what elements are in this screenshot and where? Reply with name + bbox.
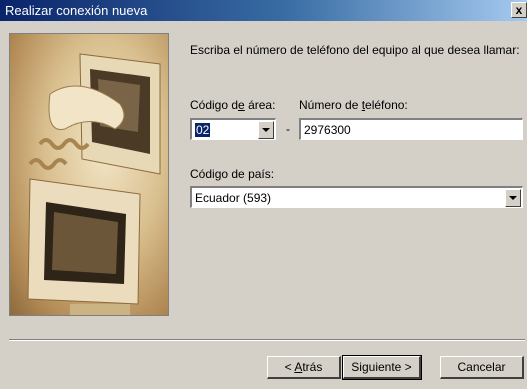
back-button-post: trás	[302, 360, 323, 374]
phone-number-input[interactable]: 2976300	[299, 118, 523, 140]
computer-and-phone-illustration	[27, 53, 161, 315]
close-icon[interactable]: x	[511, 2, 527, 18]
phone-label-post: eléfono:	[365, 98, 408, 112]
phone-number-value: 2976300	[304, 123, 351, 137]
dash-separator: -	[286, 122, 290, 136]
area-code-label: Código de área:	[190, 98, 275, 112]
country-value: Ecuador (593)	[195, 191, 272, 205]
title-bar: Realizar conexión nueva x	[0, 0, 527, 21]
country-select[interactable]: Ecuador (593)	[190, 186, 523, 208]
intro-text: Escriba el número de teléfono del equipo…	[190, 43, 520, 57]
phone-label-pre: Número de	[299, 98, 362, 112]
chevron-down-icon	[509, 196, 517, 200]
next-button[interactable]: Siguiente >	[342, 355, 422, 380]
wizard-illustration	[9, 33, 169, 316]
country-dropdown-button[interactable]	[505, 189, 521, 207]
cancel-button[interactable]: Cancelar	[440, 356, 524, 379]
chevron-down-icon	[262, 128, 270, 132]
area-code-selected-text: 02	[195, 123, 211, 137]
country-label-post: o de país:	[221, 167, 275, 181]
country-label-pre: Códi	[190, 167, 215, 181]
country-label: Código de país:	[190, 167, 274, 181]
back-button-pre: <	[284, 360, 295, 374]
back-button[interactable]: < Atrás	[267, 356, 341, 379]
phone-label: Número de teléfono:	[299, 98, 408, 112]
area-code-label-post: área:	[244, 98, 276, 112]
area-code-label-pre: Código d	[190, 98, 239, 112]
window-title: Realizar conexión nueva	[5, 3, 148, 18]
area-code-combo[interactable]: 02	[190, 118, 276, 140]
area-code-label-accel: e	[238, 98, 245, 112]
area-code-dropdown-button[interactable]	[258, 121, 274, 139]
footer-divider	[9, 339, 525, 341]
area-code-value[interactable]: 02	[195, 123, 211, 137]
